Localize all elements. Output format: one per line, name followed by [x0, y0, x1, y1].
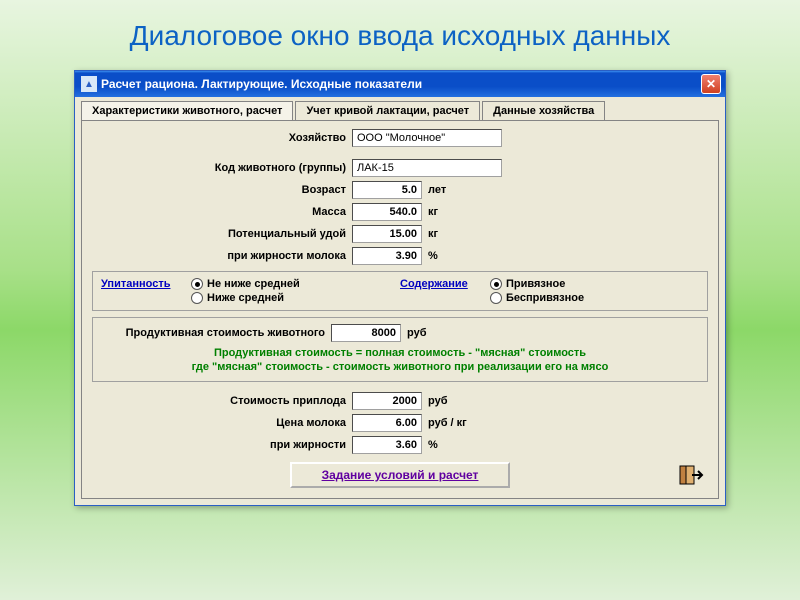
mass-unit: кг: [422, 206, 438, 218]
radio-icon: [191, 292, 203, 304]
prodcost-unit: руб: [401, 327, 427, 339]
housing-opt1-label: Привязное: [506, 278, 565, 290]
tab-farm-data[interactable]: Данные хозяйства: [482, 101, 605, 120]
yield-input[interactable]: [352, 225, 422, 243]
radio-icon: [490, 278, 502, 290]
yield-label: Потенциальный удой: [92, 228, 352, 240]
housing-link[interactable]: Содержание: [400, 278, 490, 290]
prodcost-input[interactable]: [331, 324, 401, 342]
calculate-button[interactable]: Задание условий и расчет: [290, 462, 511, 488]
app-icon: ▲: [81, 76, 97, 92]
milkprice-label: Цена молока: [92, 417, 352, 429]
tab-lactation-curve[interactable]: Учет кривой лактации, расчет: [295, 101, 480, 120]
code-input[interactable]: [352, 159, 502, 177]
offspring-unit: руб: [422, 395, 448, 407]
age-unit: лет: [422, 184, 446, 196]
milkprice-unit: руб / кг: [422, 417, 467, 429]
fat-unit: %: [422, 250, 438, 262]
fat2-unit: %: [422, 439, 438, 451]
fatness-opt1-label: Не ниже средней: [207, 278, 300, 290]
mass-input[interactable]: [352, 203, 422, 221]
offspring-label: Стоимость приплода: [92, 395, 352, 407]
fatness-opt-2[interactable]: Ниже средней: [191, 292, 300, 304]
note-line1: Продуктивная стоимость = полная стоимост…: [101, 346, 699, 360]
radio-groups: Упитанность Не ниже средней Ниже средней…: [92, 271, 708, 311]
housing-opt-2[interactable]: Беспривязное: [490, 292, 584, 304]
yield-unit: кг: [422, 228, 438, 240]
tab-characteristics[interactable]: Характеристики животного, расчет: [81, 101, 293, 120]
prodcost-group: Продуктивная стоимость животного руб Про…: [92, 317, 708, 382]
milkprice-input[interactable]: [352, 414, 422, 432]
fatness-opt2-label: Ниже средней: [207, 292, 284, 304]
slide-title: Диалоговое окно ввода исходных данных: [0, 0, 800, 60]
radio-icon: [490, 292, 502, 304]
age-input[interactable]: [352, 181, 422, 199]
note-line2: где "мясная" стоимость - стоимость живот…: [101, 360, 699, 374]
age-label: Возраст: [92, 184, 352, 196]
fatness-opt-1[interactable]: Не ниже средней: [191, 278, 300, 290]
radio-icon: [191, 278, 203, 290]
housing-opt2-label: Беспривязное: [506, 292, 584, 304]
close-button[interactable]: ✕: [701, 74, 721, 94]
offspring-input[interactable]: [352, 392, 422, 410]
fat-input[interactable]: [352, 247, 422, 265]
fat-label: при жирности молока: [92, 250, 352, 262]
tab-strip: Характеристики животного, расчет Учет кр…: [75, 97, 725, 120]
main-panel: Хозяйство Код животного (группы) Возраст…: [81, 120, 719, 499]
code-label: Код животного (группы): [92, 162, 352, 174]
exit-icon[interactable]: [678, 464, 704, 486]
mass-label: Масса: [92, 206, 352, 218]
window-title: Расчет рациона. Лактирующие. Исходные по…: [101, 77, 701, 91]
prodcost-label: Продуктивная стоимость животного: [101, 327, 331, 339]
dialog-window: ▲ Расчет рациона. Лактирующие. Исходные …: [74, 70, 726, 506]
prodcost-note: Продуктивная стоимость = полная стоимост…: [101, 346, 699, 375]
fat2-label: при жирности: [92, 439, 352, 451]
farm-label: Хозяйство: [92, 132, 352, 144]
housing-opt-1[interactable]: Привязное: [490, 278, 584, 290]
fatness-link[interactable]: Упитанность: [101, 278, 191, 290]
farm-input[interactable]: [352, 129, 502, 147]
fat2-input[interactable]: [352, 436, 422, 454]
titlebar: ▲ Расчет рациона. Лактирующие. Исходные …: [75, 71, 725, 97]
